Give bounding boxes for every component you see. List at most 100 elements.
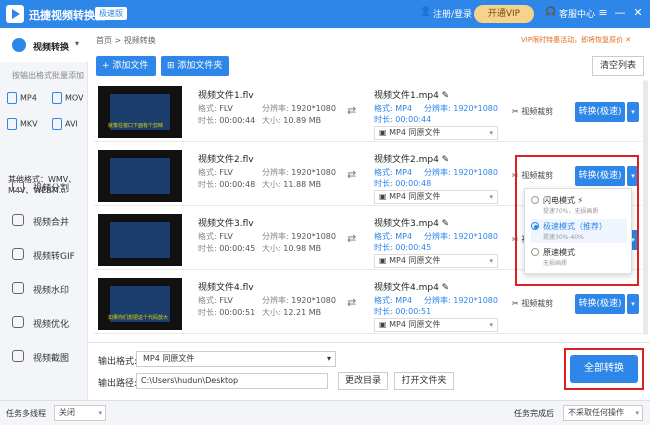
- source-resolution: 1920*1080: [291, 296, 336, 305]
- output-format: MP4: [395, 104, 413, 113]
- output-format-select[interactable]: MP4 同原文件 ▾: [136, 351, 336, 367]
- video-thumbnail[interactable]: [98, 214, 182, 266]
- radio[interactable]: [531, 196, 539, 204]
- sidebar-item-optimize[interactable]: 视频优化: [0, 308, 88, 338]
- format-label: 格式: FLV: [198, 231, 233, 242]
- file-row[interactable]: 就像在窗口下面有个剪映 视频文件1.flv 格式: FLV 分辨率: 1920*108…: [94, 82, 642, 142]
- meta-key: 分辨率:: [262, 296, 289, 305]
- radio-selected[interactable]: [531, 222, 539, 230]
- after-done-select[interactable]: 不采取任何操作 ▾: [563, 405, 643, 421]
- video-thumbnail[interactable]: 就像在窗口下面有个剪映: [98, 86, 182, 138]
- video-icon: ▣: [379, 256, 387, 265]
- output-format-dropdown[interactable]: ▣ MP4 同原文件 ▾: [374, 254, 498, 268]
- close-button[interactable]: ✕: [631, 5, 645, 21]
- minimize-button[interactable]: —: [613, 5, 627, 21]
- source-resolution: 1920*1080: [291, 104, 336, 113]
- source-file-name: 视频文件1.flv: [198, 91, 254, 101]
- open-folder-button[interactable]: 打开文件夹: [394, 372, 454, 390]
- format-avi-button[interactable]: AVI: [52, 118, 78, 130]
- video-thumbnail[interactable]: 如果你们想把这个代码放大: [98, 278, 182, 330]
- convert-mode-dropdown[interactable]: ▾: [627, 294, 639, 314]
- trim-button[interactable]: ✂ 视频裁剪: [512, 106, 553, 117]
- edit-pencil-icon[interactable]: ✎: [442, 283, 450, 293]
- headset-icon[interactable]: 🎧: [545, 7, 556, 17]
- output-format-dropdown[interactable]: ▣ MP4 同原文件 ▾: [374, 126, 498, 140]
- file-icon: [52, 118, 62, 130]
- watermark-icon: [12, 282, 24, 294]
- edit-pencil-icon[interactable]: ✎: [442, 219, 450, 229]
- sidebar-item-screenshot[interactable]: 视频截图: [0, 342, 88, 372]
- size-label: 大小: 10.89 MB: [262, 115, 321, 126]
- trim-button[interactable]: ✂ 视频裁剪: [512, 298, 553, 309]
- format-mp4-button[interactable]: MP4: [7, 92, 37, 104]
- mode-option-fast[interactable]: 极速模式（推荐） 提速30%-40%: [531, 219, 627, 243]
- mode-option-lightning[interactable]: 闪电模式 ⚡ 提速70%，无损画质: [531, 193, 627, 217]
- duration-label: 时长: 00:00:51: [198, 307, 255, 318]
- video-thumbnail[interactable]: [98, 150, 182, 202]
- sidebar-item-video-convert[interactable]: 视频转换 ▾: [0, 28, 88, 62]
- convert-arrow-icon: ⇄: [347, 232, 357, 245]
- add-file-button[interactable]: + 添加文件: [96, 56, 156, 76]
- source-duration: 00:00:45: [219, 244, 256, 253]
- output-duration-meta: 时长: 00:00:51: [374, 306, 431, 317]
- source-file-name: 视频文件2.flv: [198, 155, 254, 165]
- output-file-name[interactable]: 视频文件2.mp4 ✎: [374, 152, 449, 165]
- output-duration-meta: 时长: 00:00:45: [374, 242, 431, 253]
- user-icon[interactable]: 👤: [420, 7, 431, 17]
- multithread-select[interactable]: 关闭 ▾: [54, 405, 106, 421]
- option-subtitle: 无损画质: [543, 260, 568, 267]
- edit-pencil-icon[interactable]: ✎: [442, 91, 450, 101]
- output-format-dropdown[interactable]: ▣ MP4 同原文件 ▾: [374, 318, 498, 332]
- output-file-name[interactable]: 视频文件3.mp4 ✎: [374, 216, 449, 229]
- mode-option-original[interactable]: 原速模式 无损画质: [531, 245, 627, 269]
- output-format: MP4: [395, 168, 413, 177]
- sidebar-item-merge[interactable]: 视频合并: [0, 206, 88, 236]
- source-format: FLV: [219, 168, 233, 177]
- option-subtitle: 提速70%，无损画质: [543, 208, 599, 215]
- output-path-field[interactable]: C:\Users\hudun\Desktop: [136, 373, 328, 389]
- source-size: 10.98 MB: [283, 244, 322, 253]
- screenshot-icon: [12, 350, 24, 362]
- chevron-down-icon: ▾: [98, 409, 102, 417]
- output-resolution-meta: 分辨率: 1920*1080: [424, 103, 498, 114]
- convert-mode-dropdown[interactable]: ▾: [627, 102, 639, 122]
- source-format: FLV: [219, 104, 233, 113]
- add-folder-button[interactable]: ⊞ 添加文件夹: [161, 56, 229, 76]
- menu-icon[interactable]: ≡: [596, 5, 610, 21]
- scrollbar[interactable]: [643, 80, 648, 335]
- sidebar-item-label: 视频转GIF: [33, 252, 75, 262]
- convert-button[interactable]: 转换(极速): [575, 102, 625, 122]
- source-resolution: 1920*1080: [291, 232, 336, 241]
- breadcrumb: 首页 > 视频转换: [96, 36, 156, 45]
- output-duration-meta: 时长: 00:00:48: [374, 178, 431, 189]
- sidebar-item-split[interactable]: 视频分割: [0, 172, 88, 202]
- optimize-icon: [12, 316, 24, 328]
- format-mkv-button[interactable]: MKV: [7, 118, 38, 130]
- convert-icon: [12, 38, 26, 52]
- convert-button[interactable]: 转换(极速): [575, 294, 625, 314]
- format-mov-button[interactable]: MOV: [52, 92, 84, 104]
- sidebar-item-gif[interactable]: 视频转GIF: [0, 240, 88, 270]
- edit-pencil-icon[interactable]: ✎: [442, 155, 450, 165]
- meta-key: 大小:: [262, 244, 281, 253]
- convert-all-button[interactable]: 全部转换: [570, 355, 638, 383]
- output-format-dropdown[interactable]: ▣ MP4 同原文件 ▾: [374, 190, 498, 204]
- size-label: 大小: 11.88 MB: [262, 179, 321, 190]
- login-link[interactable]: 注册/登录: [433, 7, 472, 20]
- clear-list-button[interactable]: 清空列表: [592, 56, 644, 76]
- radio[interactable]: [531, 248, 539, 256]
- video-icon: ▣: [379, 192, 387, 201]
- vip-button[interactable]: 开通VIP: [474, 5, 534, 23]
- output-duration: 00:00:44: [395, 115, 432, 124]
- change-dir-button[interactable]: 更改目录: [338, 372, 388, 390]
- output-file-name[interactable]: 视频文件1.mp4 ✎: [374, 88, 449, 101]
- format-label: 格式: FLV: [198, 103, 233, 114]
- source-duration: 00:00:44: [219, 116, 256, 125]
- promo-banner[interactable]: VIP限时特惠活动，即将恢复原价 ✕: [521, 35, 631, 45]
- meta-key: 分辨率:: [424, 168, 451, 177]
- output-file-name[interactable]: 视频文件4.mp4 ✎: [374, 280, 449, 293]
- help-center-link[interactable]: 客服中心: [559, 7, 595, 20]
- meta-key: 格式:: [374, 232, 393, 241]
- sidebar-item-watermark[interactable]: 视频水印: [0, 274, 88, 304]
- meta-key: 时长:: [198, 308, 217, 317]
